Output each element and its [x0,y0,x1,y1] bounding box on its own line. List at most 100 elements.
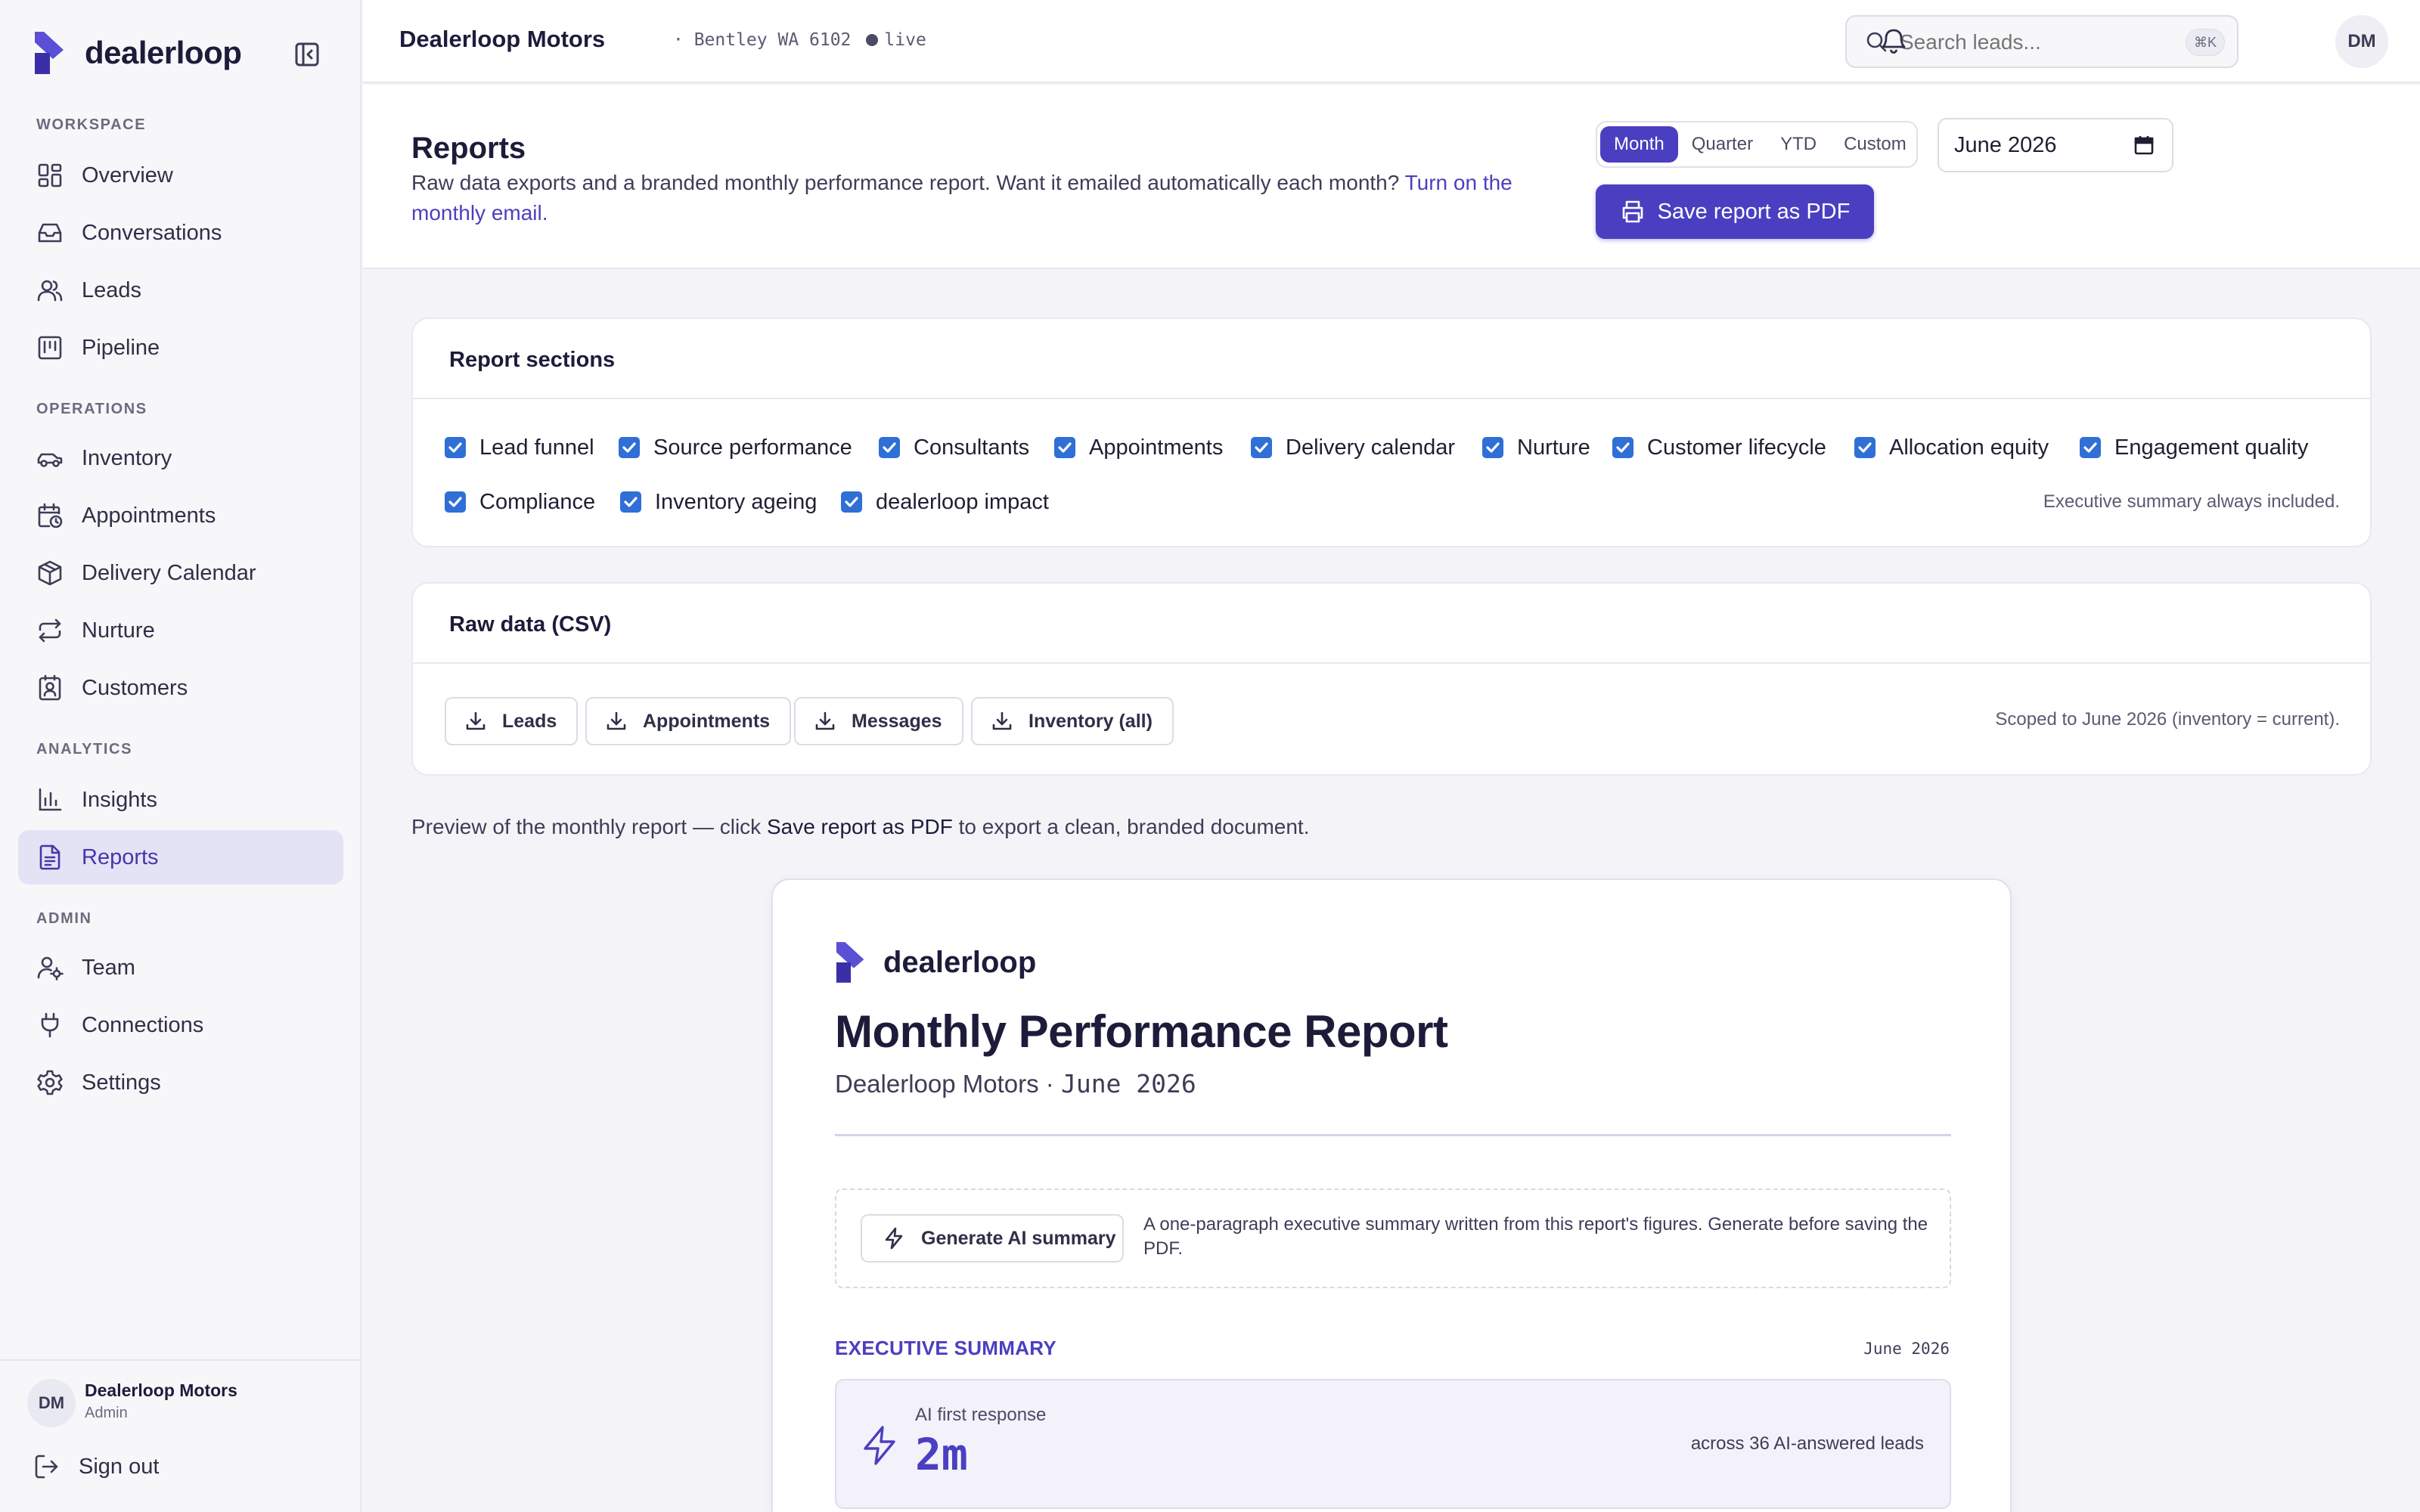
kpi-note-count: 36 [1749,1433,1770,1454]
sidebar-item-label: Insights [82,787,157,812]
checkbox-checked-icon[interactable] [445,491,466,513]
calendar-icon[interactable] [2133,134,2155,156]
report-subtitle: Dealerloop Motors · June 2026 [835,1069,1196,1098]
brand-name: dealerloop [85,35,242,70]
section-compliance[interactable]: Compliance [445,487,595,517]
sidebar: dealerloop WORKSPACE Overview Conversati… [0,0,361,1512]
checkbox-checked-icon[interactable] [1612,437,1634,458]
nav-section-workspace: WORKSPACE [36,116,147,133]
plug-icon [41,1012,59,1038]
download-icon [815,711,835,730]
download-messages-button[interactable]: Messages [794,697,963,745]
sidebar-item-label: Settings [82,1070,161,1095]
period-custom[interactable]: Custom [1830,126,1920,163]
section-label: Consultants [914,435,1030,460]
section-label: Nurture [1517,435,1590,460]
sidebar-item-leads[interactable]: Leads [18,263,343,318]
section-customer-lifecycle[interactable]: Customer lifecycle [1612,432,1826,463]
car-icon [37,453,63,467]
section-source-performance[interactable]: Source performance [619,432,852,463]
checkbox-checked-icon[interactable] [1482,437,1503,458]
dealer-name: Dealerloop Motors [399,26,606,52]
sidebar-item-customers[interactable]: Customers [18,661,343,715]
checkbox-checked-icon[interactable] [445,437,466,458]
checkbox-checked-icon[interactable] [2080,437,2101,458]
sidebar-item-overview[interactable]: Overview [18,148,343,203]
sidebar-item-settings[interactable]: Settings [18,1055,343,1110]
sidebar-item-team[interactable]: Team [18,940,343,995]
sign-out-button[interactable]: Sign out [33,1448,159,1485]
section-label: Inventory ageing [655,489,818,514]
report-brand: dealerloop [835,940,1036,984]
generate-ai-summary-button[interactable]: Generate AI summary [861,1214,1124,1263]
card-divider [413,662,2370,664]
download-inventory-button[interactable]: Inventory (all) [971,697,1174,745]
account-avatar[interactable]: DM [2335,15,2388,68]
download-leads-button[interactable]: Leads [445,697,579,745]
save-pdf-button[interactable]: Save report as PDF [1596,184,1874,239]
section-dealerloop-impact[interactable]: dealerloop impact [841,487,1049,517]
section-lead-funnel[interactable]: Lead funnel [445,432,594,463]
dealer-location: · Bentley WA 6102 [673,30,852,50]
preview-note-text: Preview of the monthly report — click [411,815,767,838]
section-appointments[interactable]: Appointments [1054,432,1223,463]
sidebar-item-delivery-calendar[interactable]: Delivery Calendar [18,546,343,600]
sidebar-item-nurture[interactable]: Nurture [18,603,343,658]
sidebar-item-label: Customers [82,675,188,700]
raw-data-title: Raw data (CSV) [449,612,612,637]
bell-icon[interactable] [1879,26,1909,56]
sidebar-item-appointments[interactable]: Appointments [18,488,343,543]
download-icon [607,711,626,730]
report-preview: dealerloop Monthly Performance Report De… [771,878,2012,1512]
gear-icon [37,1070,63,1095]
sidebar-item-inventory[interactable]: Inventory [18,431,343,485]
section-label: Appointments [1089,435,1224,460]
search-input[interactable] [1900,27,2149,57]
section-label: Allocation equity [1889,435,2049,460]
download-label: Appointments [643,710,771,732]
preview-note: Preview of the monthly report — click Sa… [411,815,1309,839]
checkbox-checked-icon[interactable] [879,437,900,458]
sidebar-item-label: Delivery Calendar [82,560,256,585]
brand[interactable]: dealerloop [33,30,242,76]
section-delivery-calendar[interactable]: Delivery calendar [1251,432,1455,463]
sidebar-collapse-icon[interactable] [292,39,322,70]
month-picker[interactable]: June 2026 [1938,118,2173,172]
sidebar-item-conversations[interactable]: Conversations [18,206,343,260]
checkbox-checked-icon[interactable] [1251,437,1272,458]
report-divider [835,1134,1951,1136]
section-consultants[interactable]: Consultants [879,432,1029,463]
executive-summary-period: June 2026 [1863,1340,1950,1358]
download-icon [992,711,1012,730]
kpi-ai-first-response: AI first response 2m across 36 AI-answer… [835,1379,1951,1509]
user-avatar[interactable]: DM [27,1379,76,1427]
download-appointments-button[interactable]: Appointments [585,697,792,745]
period-quarter[interactable]: Quarter [1678,126,1767,163]
checkbox-checked-icon[interactable] [1854,437,1876,458]
bar-chart-icon [39,788,62,811]
period-month[interactable]: Month [1600,126,1678,163]
page-description-text: Raw data exports and a branded monthly p… [411,171,1405,194]
live-status-dot [866,34,879,46]
ai-summary-description: A one-paragraph executive summary writte… [1143,1214,1928,1259]
checkbox-checked-icon[interactable] [620,491,641,513]
section-engagement-quality[interactable]: Engagement quality [2080,432,2308,463]
generate-ai-summary-label: Generate AI summary [921,1227,1116,1249]
section-inventory-ageing[interactable]: Inventory ageing [620,487,817,517]
sidebar-item-pipeline[interactable]: Pipeline [18,321,343,375]
report-sections-title: Report sections [449,348,616,372]
section-label: Compliance [479,489,596,514]
live-status: live [884,30,926,50]
kpi-note-text: across [1690,1433,1750,1454]
period-ytd[interactable]: YTD [1767,126,1830,163]
section-allocation-equity[interactable]: Allocation equity [1854,432,2049,463]
checkbox-checked-icon[interactable] [1054,437,1075,458]
sidebar-item-insights[interactable]: Insights [18,773,343,827]
sidebar-item-reports[interactable]: Reports [18,830,343,885]
checkbox-checked-icon[interactable] [619,437,640,458]
sidebar-item-label: Leads [82,277,142,302]
section-nurture[interactable]: Nurture [1482,432,1590,463]
sidebar-item-connections[interactable]: Connections [18,998,343,1052]
sidebar-item-label: Inventory [82,445,172,470]
checkbox-checked-icon[interactable] [841,491,862,513]
